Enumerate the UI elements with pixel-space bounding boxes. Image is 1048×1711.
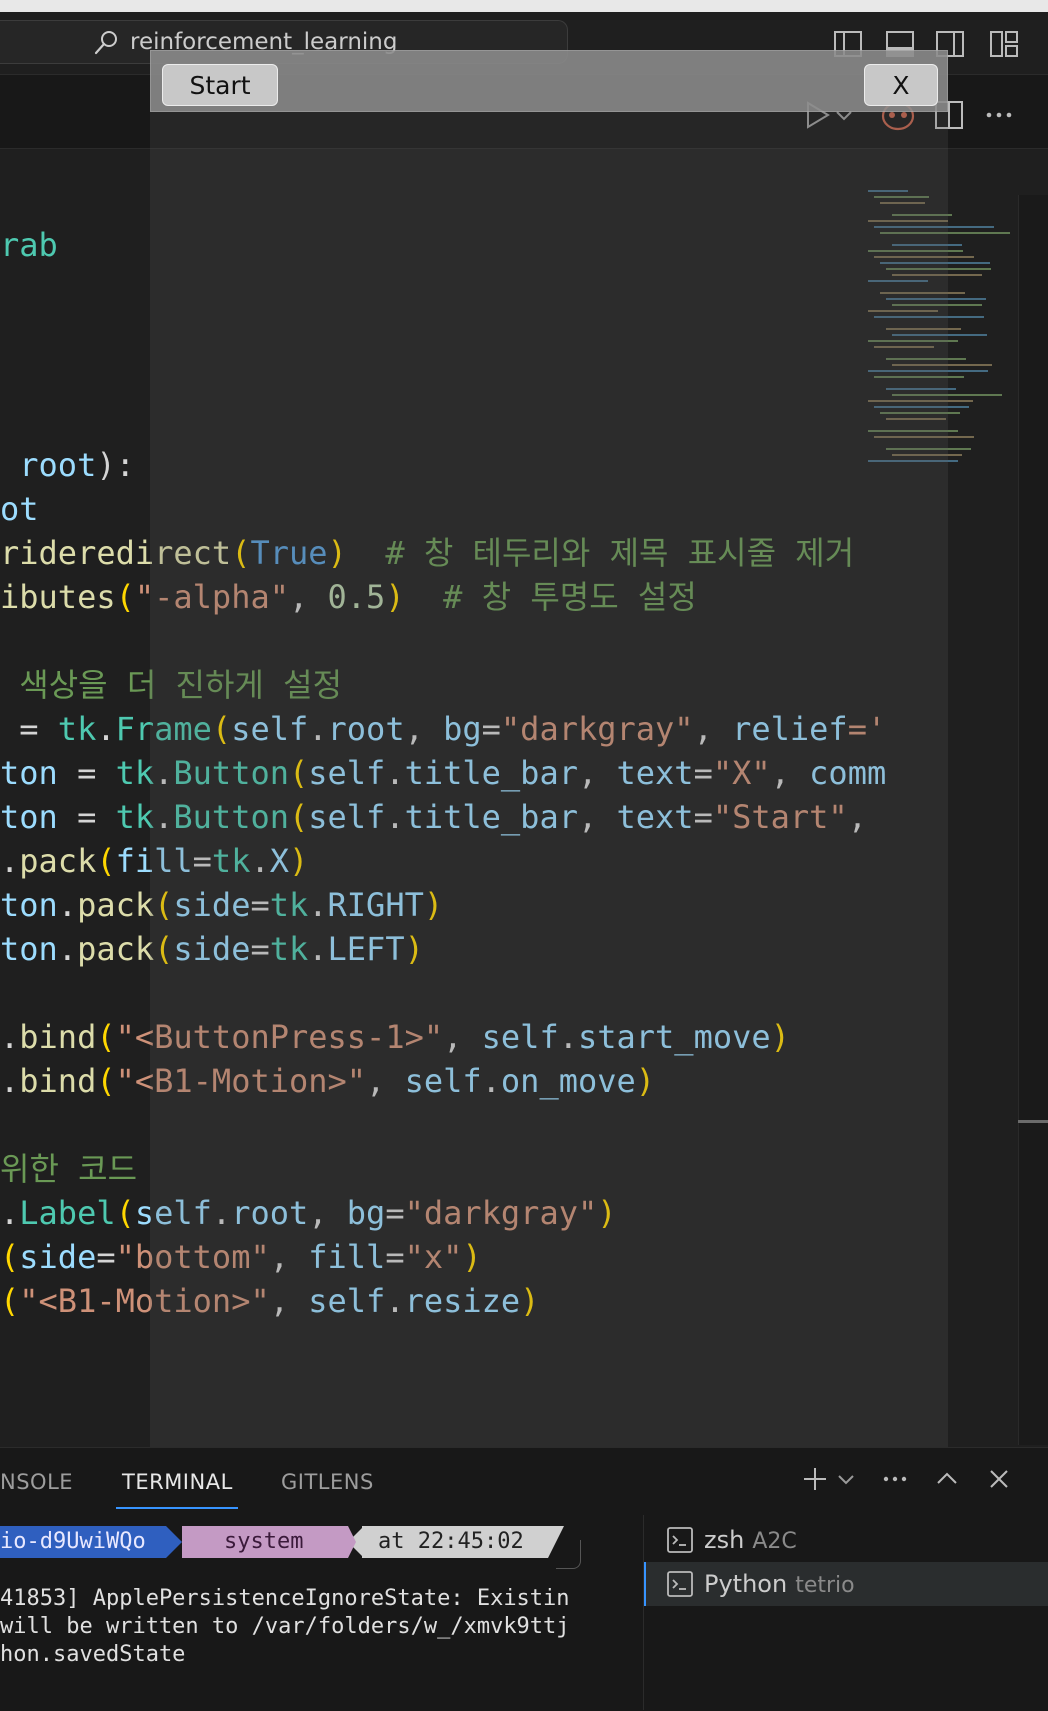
code-token: ton <box>0 886 58 924</box>
tab-debug-console[interactable]: NSOLE <box>0 1470 73 1494</box>
prompt-end-bracket <box>556 1540 581 1569</box>
start-button[interactable]: Start <box>162 64 278 106</box>
code-line: 위한 코드 <box>0 1149 137 1189</box>
prompt-time-text: at 22:45:02 <box>378 1529 524 1554</box>
terminal-name: zsh <box>704 1526 745 1554</box>
scrollbar-position-marker <box>1018 1120 1048 1123</box>
code-token: 위한 코드 <box>0 1150 138 1188</box>
code-token: pack <box>19 842 97 880</box>
prompt-python-segment: system <box>182 1526 348 1558</box>
code-token: ot <box>0 490 39 528</box>
code-token: ( <box>115 1194 135 1232</box>
code-token: tk <box>115 798 155 836</box>
window-top-edge <box>0 0 1048 12</box>
close-button[interactable]: X <box>864 64 938 106</box>
code-token: ( <box>0 1238 20 1276</box>
code-token: . <box>0 1062 20 1100</box>
prompt-separator-icon <box>166 1526 182 1558</box>
code-line: root): <box>0 445 135 485</box>
code-token: ton <box>0 754 58 792</box>
code-token: ( <box>115 578 135 616</box>
maximize-panel-icon[interactable] <box>932 1464 962 1494</box>
code-token: tk <box>115 754 155 792</box>
editor-scrollbar[interactable] <box>1018 195 1048 1445</box>
code-token: ibutes <box>0 578 116 616</box>
code-token: tk <box>57 710 97 748</box>
code-token: . <box>96 710 116 748</box>
code-token: = <box>96 1238 116 1276</box>
code-token: ( <box>96 1062 116 1100</box>
code-token: ( <box>96 842 116 880</box>
code-token: ton <box>0 930 58 968</box>
prompt-env-segment: io-d9UwiWQo <box>0 1526 166 1558</box>
code-token: ( <box>0 1282 20 1320</box>
terminal-icon <box>667 1527 693 1553</box>
terminal-line: hon.savedState <box>0 1642 186 1667</box>
overlay-window[interactable] <box>150 50 948 1450</box>
code-token: ): <box>96 446 135 484</box>
code-token: ton <box>0 798 58 836</box>
terminal-item-python[interactable]: Python tetrio <box>644 1562 1048 1606</box>
code-token: Label <box>19 1194 116 1232</box>
new-terminal-icon[interactable] <box>800 1464 830 1494</box>
tab-gitlens[interactable]: GITLENS <box>281 1470 374 1494</box>
terminal-line: 41853] ApplePersistenceIgnoreState: Exis… <box>0 1586 570 1611</box>
customize-layout-icon[interactable] <box>988 28 1020 60</box>
code-line: ot <box>0 489 39 529</box>
search-icon <box>94 31 117 55</box>
code-token: . <box>0 842 20 880</box>
terminal-icon <box>667 1571 693 1597</box>
code-token: bind <box>19 1062 97 1100</box>
code-token: . <box>57 886 78 924</box>
terminal-item-zsh[interactable]: zsh A2C <box>644 1518 1048 1562</box>
panel-more-icon[interactable] <box>880 1464 910 1494</box>
more-actions-icon[interactable] <box>982 98 1016 132</box>
terminal-detail: tetrio <box>795 1573 855 1598</box>
code-line: rab <box>0 225 58 265</box>
code-token: = <box>0 710 58 748</box>
code-token: ( <box>96 1018 116 1056</box>
chevron-down-icon[interactable] <box>836 1464 856 1494</box>
code-token: pack <box>77 886 155 924</box>
tab-terminal[interactable]: TERMINAL <box>122 1470 233 1494</box>
code-token: . <box>57 930 78 968</box>
code-token: = <box>57 754 116 792</box>
terminal-line: will be written to /var/folders/w_/xmvk9… <box>0 1614 570 1639</box>
terminal-name: Python <box>704 1570 788 1598</box>
active-tab-indicator <box>116 1507 238 1509</box>
code-token: side <box>19 1238 97 1276</box>
prompt-time-segment: at 22:45:02 <box>362 1526 548 1558</box>
code-token: root <box>0 446 97 484</box>
close-panel-icon[interactable] <box>984 1464 1014 1494</box>
prompt-python-text: system <box>224 1529 304 1554</box>
code-token: = <box>57 798 116 836</box>
code-token: . <box>0 1194 20 1232</box>
code-token: pack <box>77 930 155 968</box>
code-token: . <box>0 1018 20 1056</box>
terminal-detail: A2C <box>752 1529 797 1554</box>
code-token: bind <box>19 1018 97 1056</box>
prompt-env-text: io-d9UwiWQo <box>0 1529 146 1554</box>
code-token: rab <box>0 226 58 264</box>
